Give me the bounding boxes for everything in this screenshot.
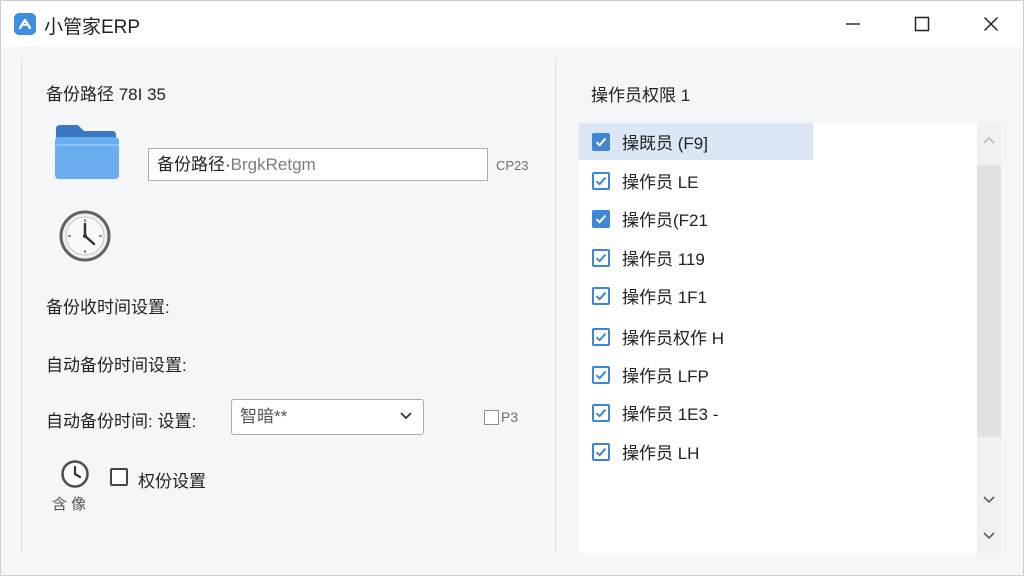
- permission-setting-checkbox[interactable]: [110, 468, 128, 486]
- clock-small-icon: [60, 459, 90, 494]
- permission-item-label: 操作员权作 H: [622, 329, 724, 348]
- permission-item-label: 操作员 LE: [622, 173, 699, 192]
- operator-permissions-header: 操作员权限 1: [591, 86, 691, 105]
- backup-time-select-value: 智暗**: [240, 407, 288, 426]
- check-icon: [595, 447, 607, 457]
- clock-icon: [58, 209, 112, 268]
- close-icon: [983, 16, 999, 32]
- permission-item-label: 操作员 1E3 -: [622, 405, 719, 424]
- auto-backup-time-setting-label: 自动备份时间设置:: [46, 356, 187, 375]
- permission-item[interactable]: 操作员 1E3 -: [579, 394, 813, 431]
- scroll-down-icon[interactable]: [982, 493, 996, 507]
- operator-permission-list: 操既员 (F9] 操作员 LE 操作员(F21 操作员 119 操作员 1F1 操作员权作…: [579, 123, 977, 553]
- check-icon: [595, 408, 607, 418]
- p3-label: P3: [501, 409, 519, 425]
- permission-checkbox[interactable]: [592, 403, 610, 422]
- permission-setting-label: 权份设置: [138, 472, 206, 491]
- backup-time-select[interactable]: 智暗**: [231, 399, 424, 435]
- permission-item[interactable]: 操既员 (F9]: [579, 123, 813, 160]
- list-scrollbar[interactable]: [977, 123, 1001, 553]
- scroll-thumb[interactable]: [977, 165, 1001, 437]
- permission-checkbox[interactable]: [592, 171, 610, 190]
- permission-checkbox[interactable]: [592, 132, 610, 151]
- scroll-up-icon[interactable]: [982, 133, 996, 147]
- window-title: 小管家ERP: [44, 17, 141, 38]
- minimize-icon: [846, 23, 860, 25]
- backup-path-input[interactable]: 备份路径·BrgkRetgm: [148, 148, 488, 181]
- permission-item-label: 操作员(F21: [622, 211, 708, 230]
- p3-checkbox[interactable]: [484, 410, 499, 425]
- permission-item-label: 操既员 (F9]: [622, 134, 708, 153]
- permission-item[interactable]: 操作员 LH: [579, 433, 813, 470]
- permission-checkbox[interactable]: [592, 442, 610, 461]
- auto-backup-time-label: 自动备份时间: 设置:: [46, 412, 197, 431]
- check-icon: [595, 214, 607, 224]
- maximize-icon: [914, 16, 930, 32]
- backup-path-header: 备份路径 78I 35: [46, 85, 166, 104]
- scroll-bottom-icon[interactable]: [982, 529, 996, 543]
- permission-item-label: 操作员 LH: [622, 444, 700, 463]
- permission-checkbox[interactable]: [592, 209, 610, 228]
- check-icon: [595, 137, 607, 147]
- permission-checkbox[interactable]: [592, 327, 610, 346]
- permission-item[interactable]: 操作员 LE: [579, 162, 813, 199]
- backup-path-hint: BrgkRetgm: [230, 155, 316, 174]
- check-icon: [595, 332, 607, 342]
- permission-checkbox[interactable]: [592, 286, 610, 305]
- permission-item[interactable]: 操作员 119: [579, 239, 813, 276]
- check-icon: [595, 176, 607, 186]
- permission-item-label: 操作员 119: [622, 250, 705, 269]
- backup-time-setting-label: 备份收时间设置:: [46, 298, 170, 317]
- minimize-button[interactable]: [830, 1, 876, 47]
- backup-settings-panel: 备份路径 78I 35 备份路径·BrgkRetgm CP23 备份收时间设置:…: [21, 59, 556, 553]
- permission-checkbox[interactable]: [592, 365, 610, 384]
- permission-item[interactable]: 操作员(F21: [579, 200, 813, 237]
- check-icon: [595, 291, 607, 301]
- maximize-button[interactable]: [899, 1, 945, 47]
- chevron-down-icon: [400, 412, 412, 420]
- title-bar: 小管家ERP: [1, 1, 1023, 47]
- path-side-label: CP23: [496, 158, 529, 173]
- clock-caption: 含 像: [52, 496, 87, 513]
- folder-icon[interactable]: [54, 123, 120, 186]
- permission-item[interactable]: 操作员 LFP: [579, 356, 813, 393]
- permission-item-label: 操作员 1F1: [622, 288, 708, 307]
- permission-item[interactable]: 操作员权作 H: [579, 318, 813, 355]
- app-window: 小管家ERP 备份路径 78I 35 备份路径·BrgkRetgm CP23 备…: [0, 0, 1024, 576]
- permission-item[interactable]: 操作员 1F1: [579, 277, 813, 314]
- permission-checkbox[interactable]: [592, 248, 610, 267]
- check-icon: [595, 253, 607, 263]
- permission-item-label: 操作员 LFP: [622, 367, 709, 386]
- app-logo-icon: [14, 13, 36, 35]
- close-button[interactable]: [968, 1, 1014, 47]
- backup-path-value: 备份路径·: [157, 155, 231, 174]
- check-icon: [595, 370, 607, 380]
